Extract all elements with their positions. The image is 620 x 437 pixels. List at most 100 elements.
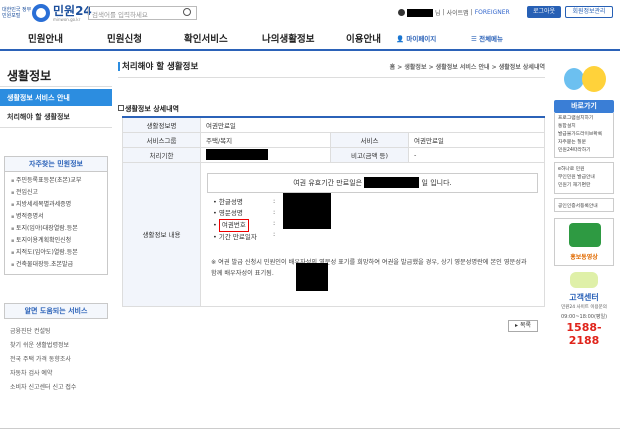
customer-center-banner[interactable]: 고객센터 민원24 사이트 이용문의 09:00~18:00(평일) 1588-… — [554, 272, 614, 348]
cert-guide-link[interactable]: 공인인증서등록안내 — [554, 198, 614, 212]
list-button[interactable]: ▸ 목록 — [508, 320, 538, 332]
cell-value: 여권만료일 — [408, 131, 545, 148]
notice-prefix: 여권 유효기간 만료일은 — [293, 178, 363, 187]
quick-item[interactable]: 발급물가드라이브확록 — [558, 131, 610, 139]
search-input[interactable]: 검색어를 입력하세요 — [88, 6, 197, 20]
frequent-item[interactable]: 병적증명서 — [5, 211, 107, 223]
expiry-notice: 여권 유효기간 만료일은 일 입니다. — [207, 172, 538, 193]
life-info-detail-table: 생활정보명 여권만료일 서비스그룹 주택/복지 서비스 여권만료일 처리기한 비… — [122, 116, 545, 307]
nav-item-verify[interactable]: 확인서비스 — [184, 31, 228, 45]
note-text: ※ 여권 발급 신청시 민원인이 배우자성의 영문성 표기를 희망하여 여권을 … — [211, 258, 527, 277]
frequent-item[interactable]: 토지(임야)대장열람.등본 — [5, 223, 107, 235]
redacted-note-block — [296, 262, 328, 291]
frequent-item[interactable]: 토지이용계획확인신청 — [5, 235, 107, 247]
quick-item[interactable]: 무인민원 발급안내 — [558, 174, 610, 182]
redacted-username — [407, 8, 433, 17]
frequent-civil-header: 자주찾는 민원정보 — [4, 156, 108, 172]
quick-item[interactable]: 프로그램설치하기 — [558, 115, 610, 123]
cs-subtitle: 민원24 사이트 이용문의 — [561, 305, 607, 310]
cell-label: 서비스그룹 — [122, 131, 201, 148]
useful-item[interactable]: 찾기 쉬운 생활법령정보 — [4, 339, 108, 353]
page-title-text: 처리해야 할 생활정보 — [122, 62, 199, 72]
cs-hours: 09:00~18:00(평일) — [560, 314, 608, 320]
field-expiry-date: 기간 만료일자 — [213, 232, 538, 243]
site-logo[interactable]: 대한민국 정부민원포털 민원24 minwon.go.kr — [2, 3, 92, 23]
section-title: 생활정보 상세내역 — [118, 104, 545, 114]
cell-label: 비고(금액 등) — [330, 146, 409, 163]
brand-name: 민원24 — [53, 3, 92, 18]
mypage-link[interactable]: 👤 마이페이지 — [396, 33, 436, 43]
nav-item-civil-apply[interactable]: 민원신청 — [107, 31, 142, 45]
sitemap-link[interactable]: 사이트맵 — [447, 8, 469, 17]
all-menu-link[interactable]: ☰ 전체메뉴 — [471, 33, 503, 43]
gov-label: 대한민국 정부민원포털 — [2, 7, 32, 19]
useful-item[interactable]: 소비자 신고센터 신고 접수 — [4, 381, 108, 395]
quick-menu: 바로가기 프로그램설치하기 통합설치 발급물가드라이브확록 자주묻는 질문 민원… — [550, 60, 620, 348]
cell-label: 생활정보명 — [122, 116, 201, 133]
main-nav: 민원안내 민원신청 확인서비스 나의생활정보 이용안내 👤 마이페이지 ☰ 전체… — [0, 27, 620, 51]
frequent-item[interactable]: 건축물대장등.초본발급 — [5, 259, 107, 271]
sidebar-item-todo-life-info[interactable]: 처리해야 할 생활정보 — [0, 106, 112, 128]
promo-label: 홍보동영상 — [570, 254, 598, 261]
field-english-name: 영문성명 — [213, 208, 538, 219]
user-icon — [398, 9, 405, 16]
redacted-block — [206, 149, 268, 160]
all-menu-label: 전체메뉴 — [479, 35, 504, 43]
main-content: 처리해야 할 생활정보 홈 > 생활정보 > 생활정보 서비스 안내 > 생활정… — [118, 60, 545, 307]
frequent-item[interactable]: 지방세세목별과세증명 — [5, 199, 107, 211]
quick-item[interactable]: 자주묻는 질문 — [558, 139, 610, 147]
useful-service-list: 금융진단 컨설팅 찾기 쉬운 생활법령정보 전국 주택 가격 동향조사 자동차 … — [4, 325, 108, 395]
logo-mark-icon — [32, 4, 50, 22]
quick-item[interactable]: 통합설치 — [558, 123, 610, 131]
left-sidebar: 생활정보 생활정보 서비스 안내 처리해야 할 생활정보 자주찾는 민원정보 주… — [0, 60, 112, 395]
detail-cell: 여권 유효기간 만료일은 일 입니다. 한글성명 영문성명 여권번호 기간 만료… — [200, 161, 545, 307]
quick-list: 프로그램설치하기 통합설치 발급물가드라이브확록 자주묻는 질문 민원24따라하… — [554, 113, 614, 158]
member-info-button[interactable]: 회원정보관리 — [565, 6, 613, 18]
breadcrumb: 홈 > 생활정보 > 생활정보 서비스 안내 > 생활정보 상세내역 — [389, 64, 545, 71]
useful-item[interactable]: 자동차 검사 예약 — [4, 367, 108, 381]
frequent-item[interactable]: 전입신고 — [5, 187, 107, 199]
frequent-item[interactable]: 주민등록표등본(초본)교부 — [5, 175, 107, 187]
cs-title: 고객센터 — [569, 293, 599, 302]
footer-divider — [0, 428, 620, 429]
logout-button[interactable]: 로그아웃 — [527, 6, 561, 18]
useful-item[interactable]: 전국 주택 가격 동향조사 — [4, 353, 108, 367]
cell-label: 처리기한 — [122, 146, 201, 163]
tv-icon — [569, 223, 601, 247]
frequent-civil-list: 주민등록표등본(초본)교부 전입신고 지방세세목별과세증명 병적증명서 토지(임… — [4, 172, 108, 275]
redacted-date — [364, 177, 420, 188]
frequent-item[interactable]: 지적도(임야도)열람.등본 — [5, 247, 107, 259]
nav-item-usage[interactable]: 이용안내 — [346, 31, 381, 45]
quick-item[interactable]: e하나로 민원 — [558, 166, 610, 174]
promo-video-banner[interactable]: 홍보동영상 — [554, 218, 614, 266]
nav-item-my-life[interactable]: 나의생활정보 — [262, 31, 314, 45]
cs-phone: 1588-2188 — [566, 321, 602, 347]
quick-header: 바로가기 — [554, 100, 614, 113]
nav-item-civil-guide[interactable]: 민원안내 — [28, 31, 63, 45]
headset-icon — [570, 272, 598, 288]
cell-value-redacted — [200, 146, 331, 163]
page-title: 처리해야 할 생활정보 홈 > 생활정보 > 생활정보 서비스 안내 > 생활정… — [118, 60, 545, 78]
cell-value: 여권만료일 — [200, 116, 545, 133]
table-row: 생활정보 내용 여권 유효기간 만료일은 일 입니다. 한글성명 영문성명 여권… — [122, 161, 545, 307]
mascot-image — [562, 60, 612, 96]
field-passport-number: 여권번호 — [213, 218, 538, 232]
notice-suffix: 일 입니다. — [421, 178, 452, 187]
field-korean-name: 한글성명 — [213, 197, 538, 208]
sidebar-item-life-info-guide[interactable]: 생활정보 서비스 안내 — [0, 89, 112, 106]
quick-list-2: e하나로 민원 무인민원 발급안내 민원기 재기편란 — [554, 162, 614, 194]
quick-item[interactable]: 민원기 재기편란 — [558, 182, 610, 190]
foreigner-link[interactable]: FOREIGNER — [475, 9, 510, 16]
redacted-fields — [283, 192, 331, 229]
sidebar-title: 생활정보 — [0, 60, 112, 87]
passport-number-highlight: 여권번호 — [218, 218, 249, 232]
table-row: 생활정보명 여권만료일 — [122, 116, 545, 133]
quick-item[interactable]: 민원24따라하기 — [558, 147, 610, 155]
field-list: 한글성명 영문성명 여권번호 기간 만료일자 — [207, 197, 538, 243]
user-suffix: 님 — [435, 10, 441, 17]
useful-service-header: 알면 도움되는 서비스 — [4, 303, 108, 319]
search-icon[interactable] — [183, 8, 191, 16]
cell-label: 서비스 — [330, 131, 409, 148]
cell-value: - — [408, 146, 545, 163]
useful-item[interactable]: 금융진단 컨설팅 — [4, 325, 108, 339]
